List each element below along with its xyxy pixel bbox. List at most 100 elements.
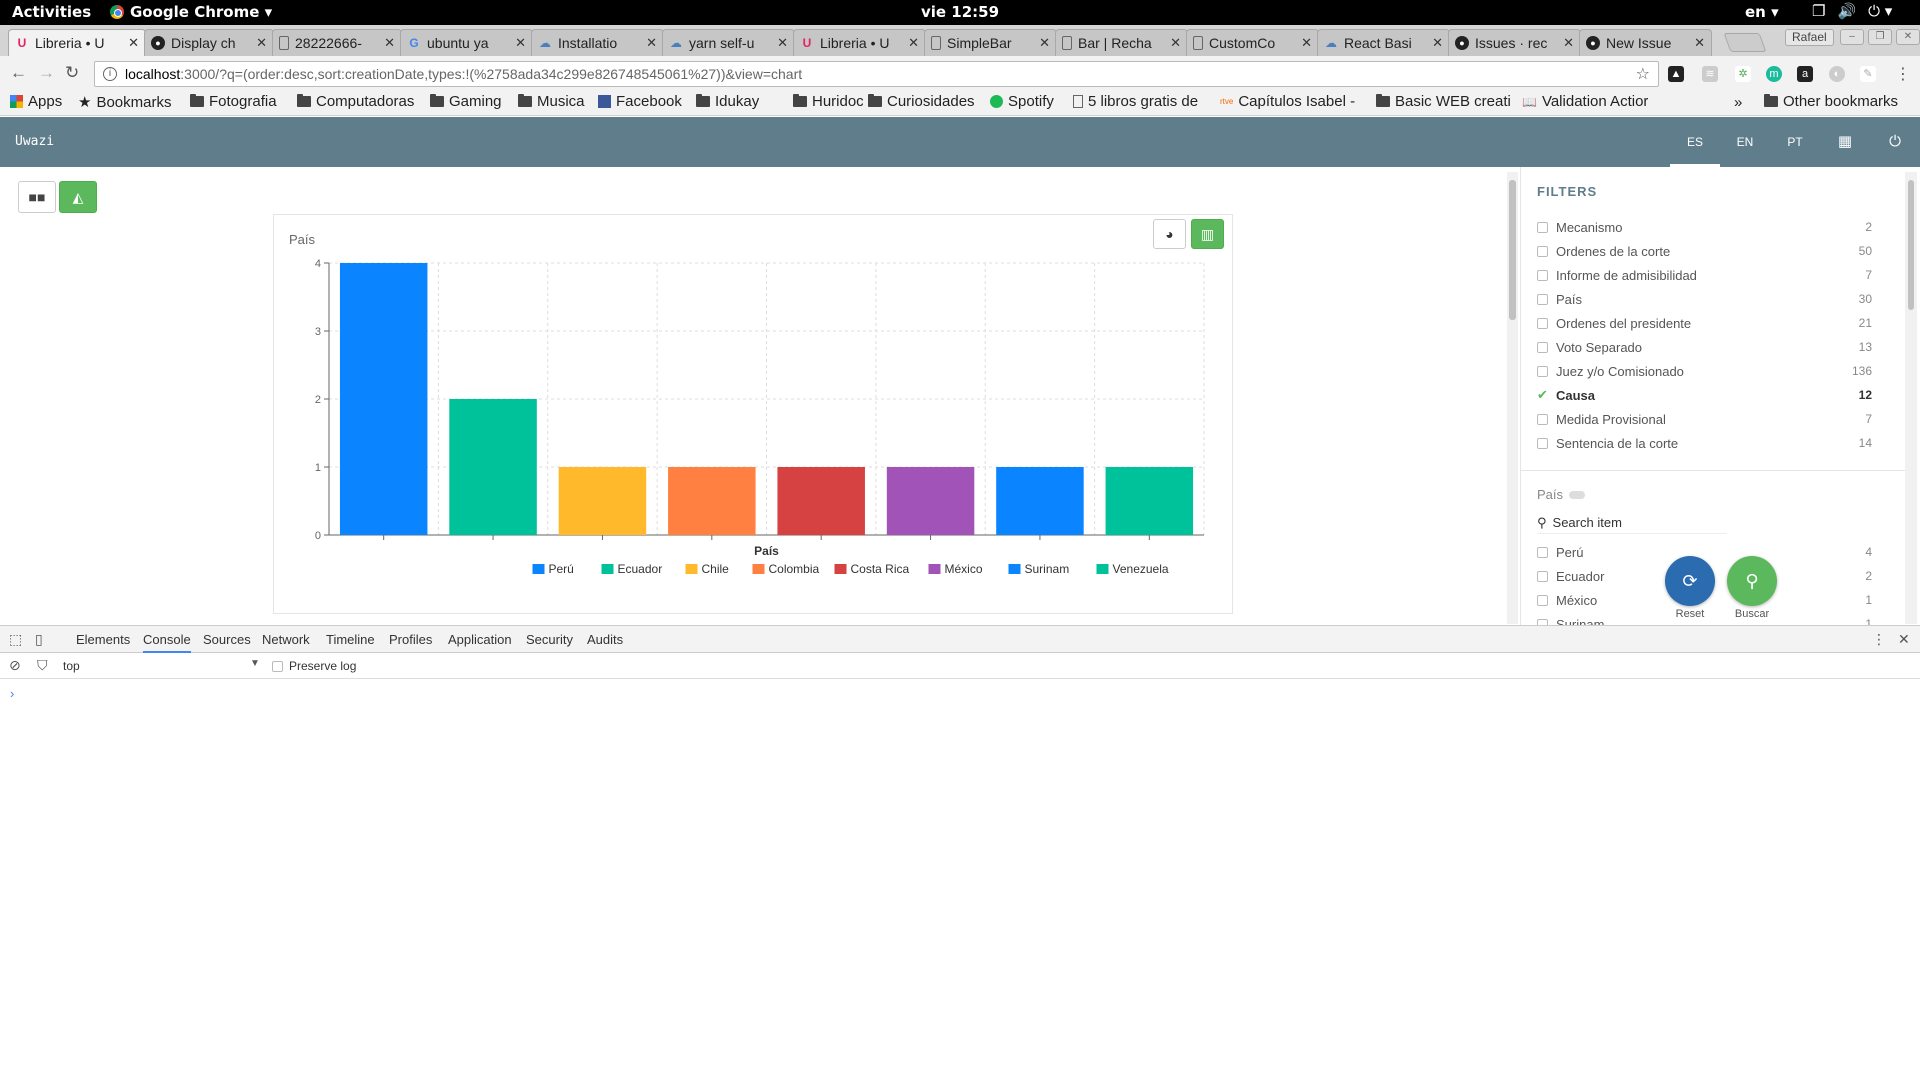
filter-option[interactable]: Medida Provisional 7 [1537,409,1872,429]
browser-tab[interactable]: ☁ yarn self-u ✕ [662,29,795,56]
browser-tab[interactable]: ● Display ch ✕ [144,29,274,56]
extension-amazon-icon[interactable]: a [1797,66,1813,82]
lang-es[interactable]: ES [1670,117,1720,167]
browser-tab[interactable]: ☁ Installatio ✕ [531,29,664,56]
preserve-log-option[interactable]: Preserve log [272,659,356,673]
chrome-menu-icon[interactable]: ⋮ [1895,64,1911,84]
pais-checkbox[interactable] [1537,594,1548,606]
close-window-button[interactable]: ✕ [1896,29,1920,45]
console-prompt[interactable]: › [10,686,14,701]
bookmark-item[interactable]: Spotify [990,93,1054,110]
filter-checkbox[interactable] [1537,221,1548,233]
devtools-tab[interactable]: Network [262,632,310,647]
close-tab-icon[interactable]: ✕ [1301,35,1312,51]
activities-button[interactable]: Activities [12,3,91,21]
devtools-tab[interactable]: Security [526,632,573,647]
search-item-input[interactable]: ⚲ Search item [1537,512,1727,534]
inspect-element-icon[interactable]: ⬚ [9,631,22,648]
bookmark-item[interactable]: ★ Bookmarks [78,93,171,112]
sidebar-scrollbar[interactable] [1905,172,1917,624]
devtools-tab[interactable]: Sources [203,632,251,647]
bookmarks-overflow[interactable]: » [1734,94,1742,111]
device-mode-icon[interactable]: ▯ [35,631,43,648]
app-logo[interactable]: Uwazi [15,134,54,149]
url-text[interactable]: localhost:3000/?q=(order:desc,sort:creat… [125,66,1628,82]
forward-button[interactable]: → [38,63,55,83]
browser-tab[interactable]: Bar | Recha ✕ [1055,29,1188,56]
bookmark-item[interactable]: Fotografia [190,93,277,110]
main-scrollbar-thumb[interactable] [1509,180,1516,320]
filter-option[interactable]: Mecanismo 2 [1537,217,1872,237]
filter-checkbox[interactable] [1537,245,1548,257]
browser-tab[interactable]: ● New Issue ✕ [1579,29,1712,56]
bookmark-item[interactable]: Basic WEB creati [1376,93,1511,110]
devtools-tab[interactable]: Profiles [389,632,432,647]
reset-button[interactable]: ⟳ [1665,556,1715,606]
extension-feather-icon[interactable]: ✎ [1860,66,1876,82]
address-bar[interactable]: i localhost:3000/?q=(order:desc,sort:cre… [94,61,1659,87]
close-tab-icon[interactable]: ✕ [777,35,788,51]
profile-button[interactable]: Rafael [1785,29,1834,46]
bookmark-item[interactable]: Huridocs [793,93,863,110]
filter-checkbox[interactable] [1537,317,1548,329]
checkmark-icon[interactable]: ✔ [1537,387,1548,403]
devtools-tab[interactable]: Audits [587,632,623,647]
logout-icon[interactable]: ⏻ [1870,117,1920,167]
bookmark-star-icon[interactable]: ☆ [1636,64,1650,84]
reload-button[interactable]: ↻ [65,63,79,83]
browser-tab[interactable]: CustomCo ✕ [1186,29,1319,56]
browser-tab[interactable]: SimpleBar ✕ [924,29,1057,56]
info-icon[interactable]: i [103,67,117,81]
sidebar-scrollbar-thumb[interactable] [1908,180,1914,310]
extension-m-icon[interactable]: m [1766,66,1782,82]
context-selector[interactable]: top [63,659,80,673]
app-menu[interactable]: Google Chrome ▾ [110,3,272,21]
close-tab-icon[interactable]: ✕ [1039,35,1050,51]
extension-lock-icon[interactable]: ▲ [1668,66,1684,82]
browser-tab[interactable]: ● Issues · rec ✕ [1448,29,1581,56]
filter-option[interactable]: Juez y/o Comisionado 136 [1537,361,1872,381]
close-tab-icon[interactable]: ✕ [515,35,526,51]
close-tab-icon[interactable]: ✕ [128,35,139,51]
browser-tab[interactable]: Gubuntu ya ✕ [400,29,533,56]
filter-option[interactable]: Voto Separado 13 [1537,337,1872,357]
browser-tab[interactable]: U Libreria • U ✕ [8,29,146,56]
grid-view-button[interactable]: ■■ [18,181,56,213]
extension-grey-icon[interactable]: ◐ [1829,66,1845,82]
close-tab-icon[interactable]: ✕ [1563,35,1574,51]
filter-checkbox[interactable] [1537,293,1548,305]
bookmark-item[interactable]: 📖 Validation Actior [1522,93,1648,110]
new-tab-button[interactable] [1723,33,1767,52]
back-button[interactable]: ← [10,63,27,83]
bookmark-item[interactable]: Curiosidades [868,93,975,110]
filter-option[interactable]: Ordenes de la corte 50 [1537,241,1872,261]
devtools-close-icon[interactable]: ✕ [1898,631,1910,648]
devtools-tab[interactable]: Timeline [326,632,375,647]
filter-option[interactable]: ✔ Causa 12 [1537,385,1872,405]
filter-checkbox[interactable] [1537,365,1548,377]
close-tab-icon[interactable]: ✕ [646,35,657,51]
bookmark-item[interactable]: Musica [518,93,585,110]
close-tab-icon[interactable]: ✕ [1694,35,1705,51]
filter-option[interactable]: País 30 [1537,289,1872,309]
clear-console-icon[interactable]: ⊘ [9,657,21,674]
bookmark-item[interactable]: rtve Capítulos Isabel - [1220,93,1355,110]
bookmark-item[interactable]: Facebook [598,93,682,110]
filter-checkbox[interactable] [1537,341,1548,353]
context-dropdown-icon[interactable]: ▼ [250,658,260,669]
library-grid-icon[interactable]: ▦ [1820,117,1870,167]
extension-rss-icon[interactable]: ≋ [1702,66,1718,82]
filter-option[interactable]: Informe de admisibilidad 7 [1537,265,1872,285]
pais-checkbox[interactable] [1537,546,1548,558]
devtools-tab[interactable]: Application [448,632,512,647]
system-tray[interactable]: ❐ 🔊 ⏻ ▾ [1812,2,1892,20]
minimize-button[interactable]: – [1840,29,1864,45]
lang-en[interactable]: EN [1720,117,1770,167]
devtools-tab[interactable]: Console [143,632,191,653]
filter-icon[interactable]: ⛉ [37,657,48,674]
browser-tab[interactable]: 28222666- ✕ [272,29,402,56]
close-tab-icon[interactable]: ✕ [384,35,395,51]
bookmark-item[interactable]: 5 libros gratis de [1073,93,1198,110]
filter-option[interactable]: Ordenes del presidente 21 [1537,313,1872,333]
filter-checkbox[interactable] [1537,413,1548,425]
